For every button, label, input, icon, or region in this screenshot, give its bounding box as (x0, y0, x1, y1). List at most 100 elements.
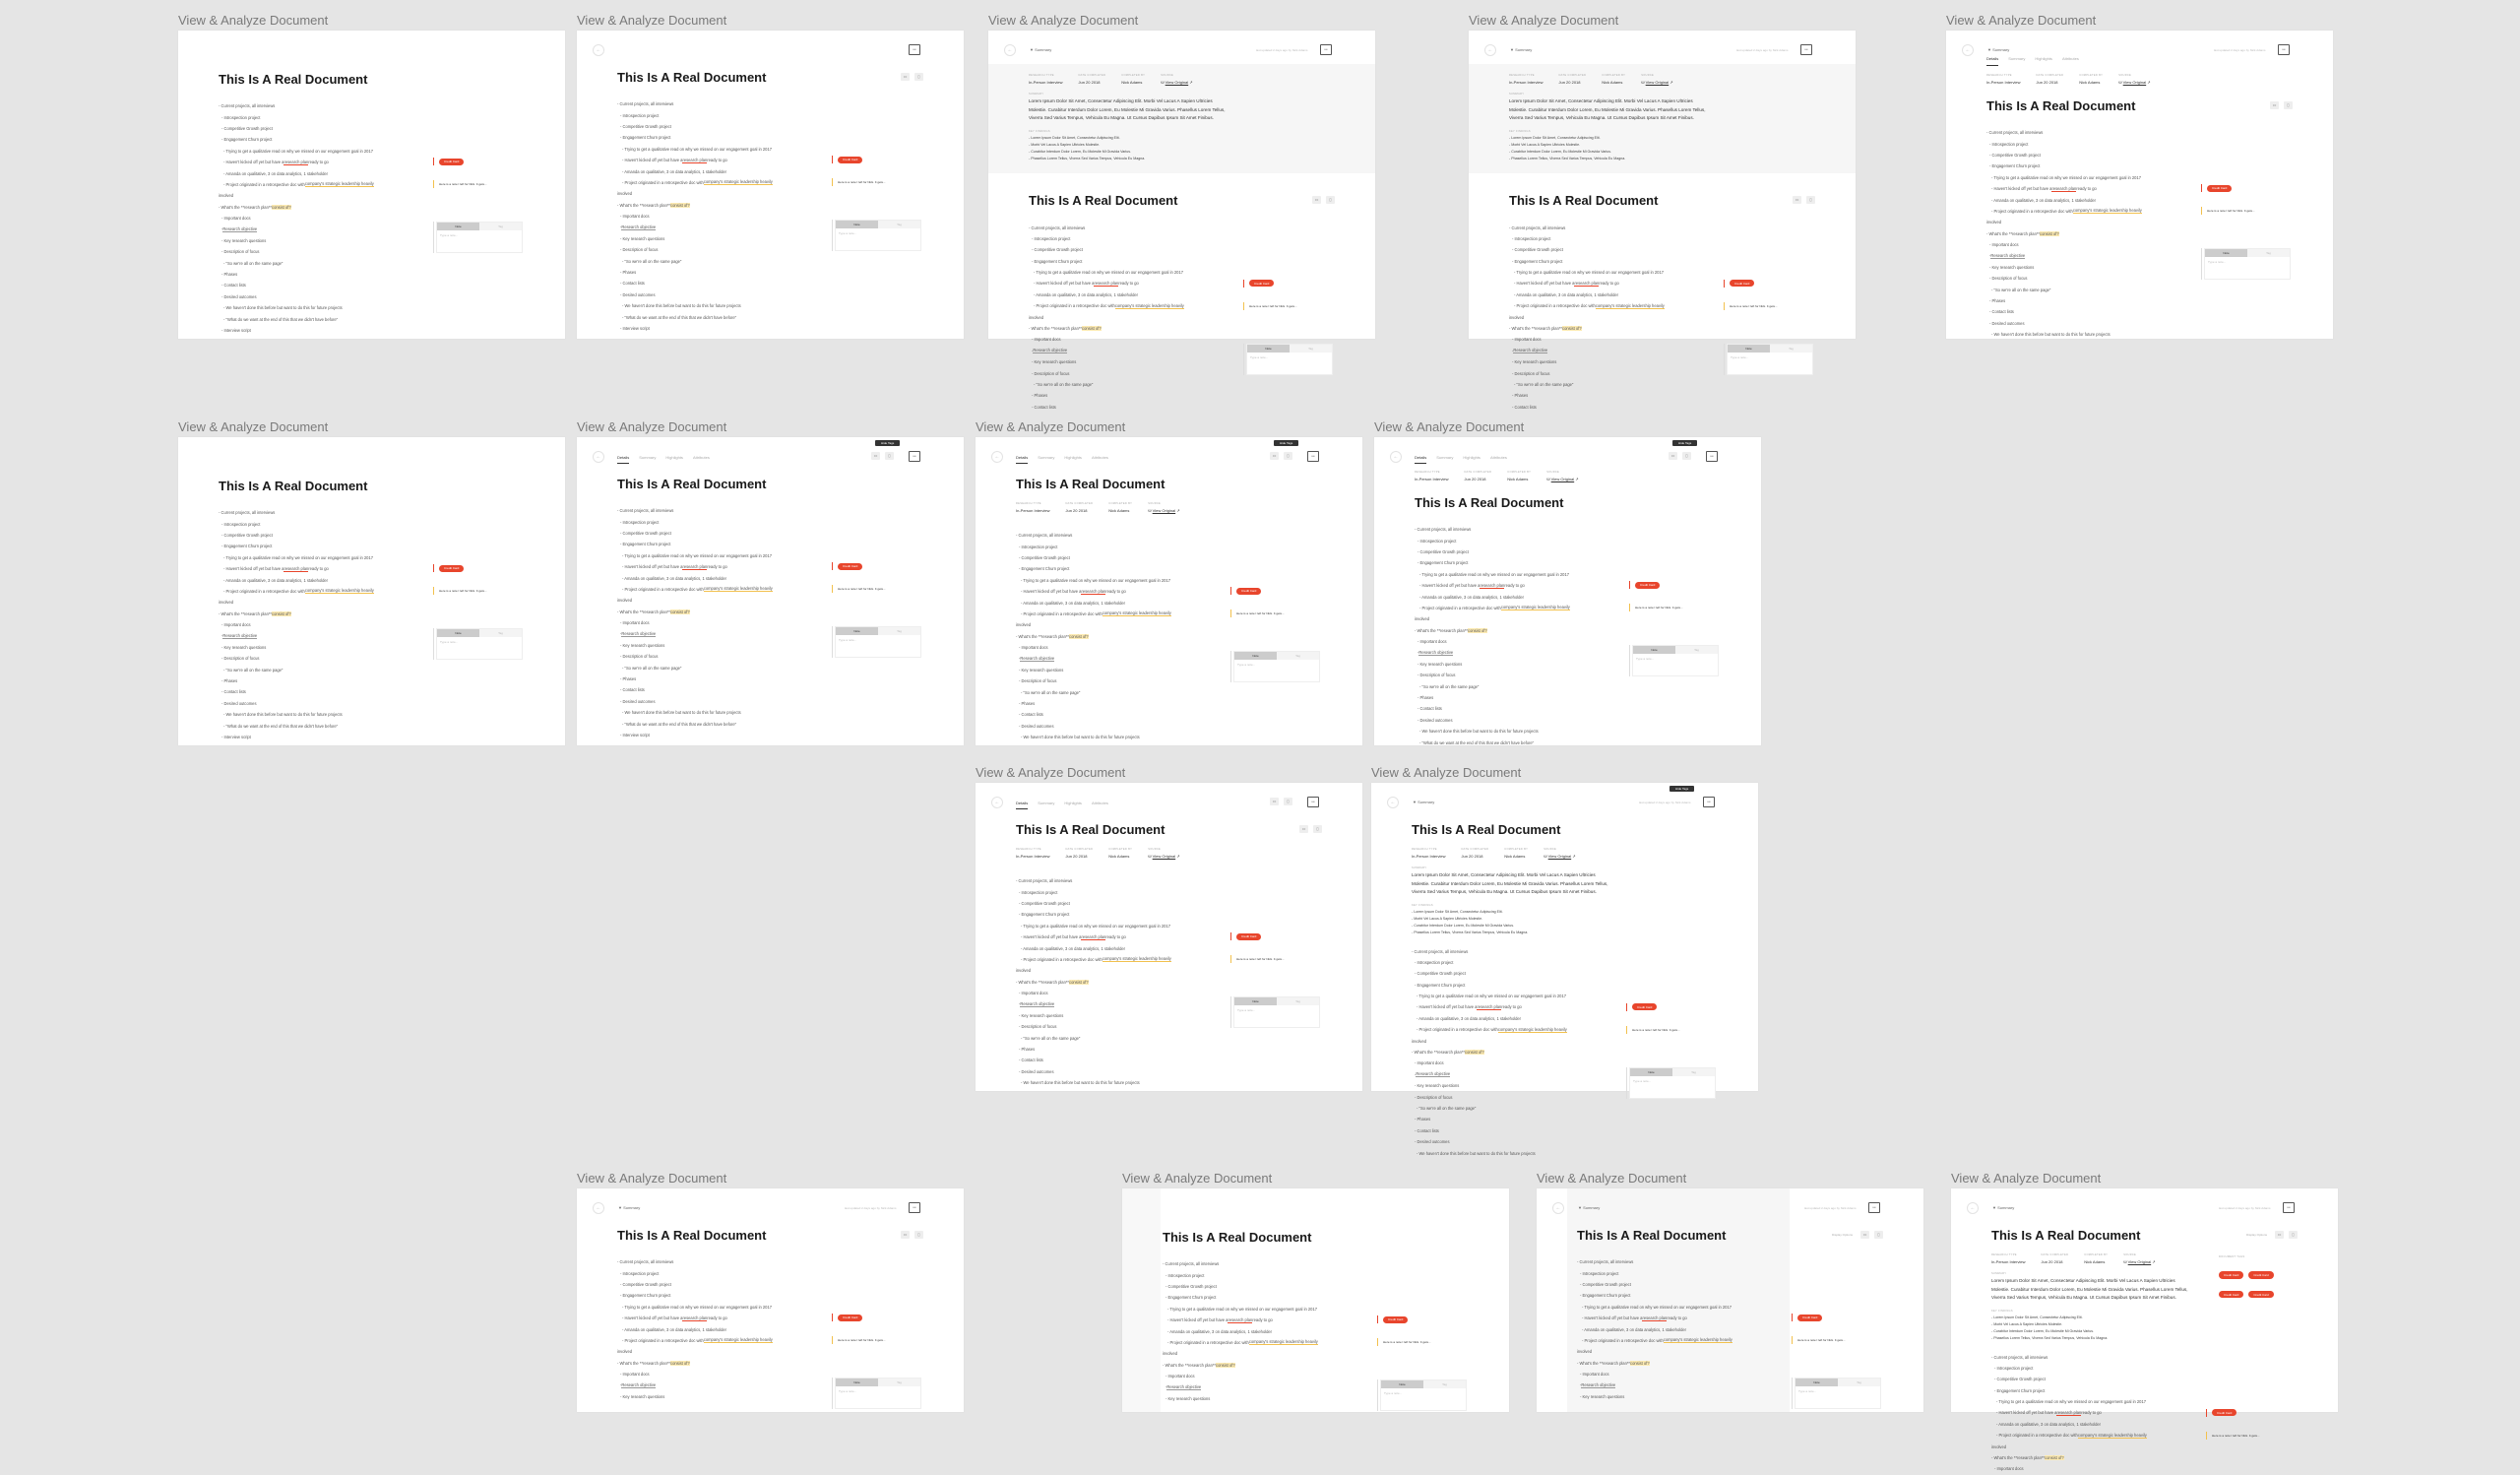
highlighted-text[interactable]: Research objective (1581, 1382, 1616, 1388)
highlighted-text[interactable]: consist of? (1630, 1360, 1650, 1366)
highlighted-text[interactable]: research plan (284, 160, 309, 165)
document-frame[interactable]: ← ▼ Summary last updated 2 days ago by Nic… (1469, 31, 1856, 410)
document-frame[interactable]: ← ▼ Summary last updated 2 days ago by Nic… (577, 1188, 964, 1412)
layout-icon[interactable]: ▭ (1312, 196, 1321, 205)
highlighted-text[interactable]: Research objective (1990, 253, 2026, 259)
note-preview[interactable]: Here is a note I left for Nick. It gets.… (1236, 957, 1285, 961)
view-original-link[interactable]: View Original (1153, 508, 1176, 513)
tag-pill[interactable]: Credit Card (2207, 185, 2233, 192)
view-original-link[interactable]: View Original (1153, 854, 1176, 859)
note-tab-note[interactable]: Note (1633, 646, 1675, 655)
note-tab-tag[interactable]: Tag (878, 1379, 920, 1387)
highlighted-text[interactable]: research plan (2051, 186, 2077, 192)
note-preview[interactable]: Here is a note I left for Nick. It gets.… (1236, 611, 1285, 615)
tab-attributes[interactable]: Attributes (1490, 455, 1507, 464)
note-tab-note[interactable]: Note (1381, 1380, 1423, 1389)
highlighted-text[interactable]: company's strategic leadership heavily (1663, 1337, 1732, 1344)
tag-pill[interactable]: Credit Card (2219, 1291, 2244, 1299)
layout-icon[interactable]: ▭ (1669, 452, 1677, 460)
note-tab-note[interactable]: Note (437, 223, 479, 231)
note-preview[interactable]: Here is a note I left for Nick. It gets.… (439, 589, 487, 593)
highlighted-text[interactable]: consist of? (1069, 633, 1089, 639)
tab-attributes[interactable]: Attributes (2062, 56, 2079, 66)
tags-panel-icon[interactable]: ▯ (914, 1231, 923, 1239)
note-preview[interactable]: Here is a note I left for Nick. It gets.… (1730, 304, 1778, 308)
summary-toggle[interactable]: ▼ Summary (1578, 1205, 1600, 1210)
tag-pill[interactable]: Credit Card (838, 563, 863, 570)
view-original-link[interactable]: View Original (2128, 1259, 2152, 1264)
highlighted-text[interactable]: research plan (1094, 281, 1119, 287)
highlighted-text[interactable]: company's strategic leadership heavily (1595, 303, 1665, 309)
more-options-button[interactable]: ••• (2278, 44, 2290, 55)
document-frame[interactable]: This Is A Real Document - Current project… (178, 437, 565, 745)
layout-icon[interactable]: ▭ (1860, 1231, 1869, 1239)
highlighted-text[interactable]: company's strategic leadership heavily (304, 588, 374, 595)
highlighted-text[interactable]: Research objective (1166, 1384, 1202, 1390)
note-preview[interactable]: Here is a note I left for Nick. It gets.… (1249, 304, 1297, 308)
layout-icon[interactable]: ▭ (2275, 1231, 2284, 1239)
tab-highlights[interactable]: Highlights (1064, 455, 1082, 464)
highlighted-text[interactable]: research plan (2056, 1410, 2082, 1416)
tags-panel-icon[interactable]: ▯ (1874, 1231, 1883, 1239)
more-options-button[interactable]: ••• (2283, 1202, 2295, 1213)
document-frame[interactable]: ← ▼ Summary last updated 2 days ago by Nic… (1371, 783, 1758, 1156)
more-options-button[interactable]: ••• (1868, 1202, 1880, 1213)
highlighted-text[interactable]: research plan (682, 1315, 708, 1321)
note-tab-tag[interactable]: Tag (878, 221, 920, 229)
tab-summary[interactable]: Summary (1436, 455, 1453, 464)
more-options-button[interactable]: ••• (1307, 797, 1319, 807)
tag-pill[interactable]: Credit Card (838, 1315, 863, 1321)
note-preview[interactable]: Here is a note I left for Nick. It gets.… (1632, 1028, 1680, 1032)
highlighted-text[interactable]: consist of? (1562, 326, 1582, 332)
summary-toggle[interactable]: ▼ Summary (1987, 47, 2009, 52)
back-button[interactable]: ← (1484, 44, 1496, 56)
note-preview[interactable]: Here is a note I left for Nick. It gets.… (838, 1338, 886, 1342)
document-frame[interactable]: ← Details Summary Highlights Attributes ▭ ▯ Hid… (577, 437, 964, 745)
back-button[interactable]: ← (1962, 44, 1974, 56)
tag-pill[interactable]: Credit Card (1730, 280, 1755, 288)
highlighted-text[interactable]: consist of? (1082, 326, 1102, 332)
note-tab-note[interactable]: Note (836, 1379, 878, 1387)
view-original-link[interactable]: View Original (1166, 80, 1189, 85)
tab-summary[interactable]: Summary (2008, 56, 2025, 66)
back-button[interactable]: ← (1387, 797, 1399, 808)
highlighted-text[interactable]: research plan (1081, 589, 1106, 595)
layout-icon[interactable]: ▭ (901, 1231, 910, 1239)
summary-toggle[interactable]: ▼ Summary (1030, 47, 1051, 52)
back-button[interactable]: ← (593, 44, 604, 56)
back-button[interactable]: ← (1552, 1202, 1564, 1214)
summary-toggle[interactable]: ▼ Summary (1413, 800, 1434, 804)
tags-panel-icon[interactable]: ▯ (1326, 196, 1335, 205)
tab-details[interactable]: Details (617, 455, 630, 464)
highlighted-text[interactable]: company's strategic leadership heavily (1102, 610, 1171, 617)
highlighted-text[interactable]: research plan (1574, 281, 1600, 287)
note-preview[interactable]: Here is a note I left for Nick. It gets.… (2212, 1434, 2260, 1438)
highlighted-text[interactable]: research plan (1642, 1315, 1668, 1321)
layout-icon[interactable]: ▭ (901, 73, 910, 81)
highlighted-text[interactable]: consist of? (670, 609, 690, 614)
highlighted-text[interactable]: consist of? (1216, 1362, 1235, 1368)
tab-summary[interactable]: Summary (1038, 455, 1054, 464)
document-frame[interactable]: ← ▼ Summary last updated 2 days ago by Nic… (1537, 1188, 1923, 1412)
highlighted-text[interactable]: company's strategic leadership heavily (1102, 956, 1171, 963)
more-options-button[interactable]: ••• (1320, 44, 1332, 55)
tag-pill[interactable]: Credit Card (1797, 1315, 1823, 1321)
highlighted-text[interactable]: research plan (1081, 934, 1106, 940)
back-button[interactable]: ← (593, 1202, 604, 1214)
layout-icon[interactable]: ▭ (1270, 798, 1279, 805)
back-button[interactable]: ← (991, 451, 1003, 463)
tab-summary[interactable]: Summary (1038, 801, 1054, 809)
note-tab-note[interactable]: Note (1234, 652, 1277, 661)
tags-panel-icon[interactable]: ▯ (1284, 798, 1292, 805)
document-frame[interactable]: ← Details Summary Highlights Attributes ▭ ▯ Hid… (976, 437, 1362, 745)
note-tab-tag[interactable]: Tag (1672, 1067, 1715, 1076)
document-frame[interactable]: ← ▼ Summary last updated 2 days ago by Nic… (988, 31, 1375, 410)
highlighted-text[interactable]: research plan (1477, 1004, 1502, 1010)
highlighted-text[interactable]: Research objective (1416, 1071, 1451, 1078)
highlighted-text[interactable]: Research objective (222, 226, 258, 232)
note-tab-tag[interactable]: Tag (878, 627, 920, 636)
layout-icon[interactable]: ▭ (1793, 196, 1801, 205)
tag-pill[interactable]: Credit Card (439, 159, 465, 165)
note-preview[interactable]: Here is a note I left for Nick. It gets.… (1635, 606, 1683, 609)
highlighted-text[interactable]: Research objective (1033, 348, 1068, 354)
